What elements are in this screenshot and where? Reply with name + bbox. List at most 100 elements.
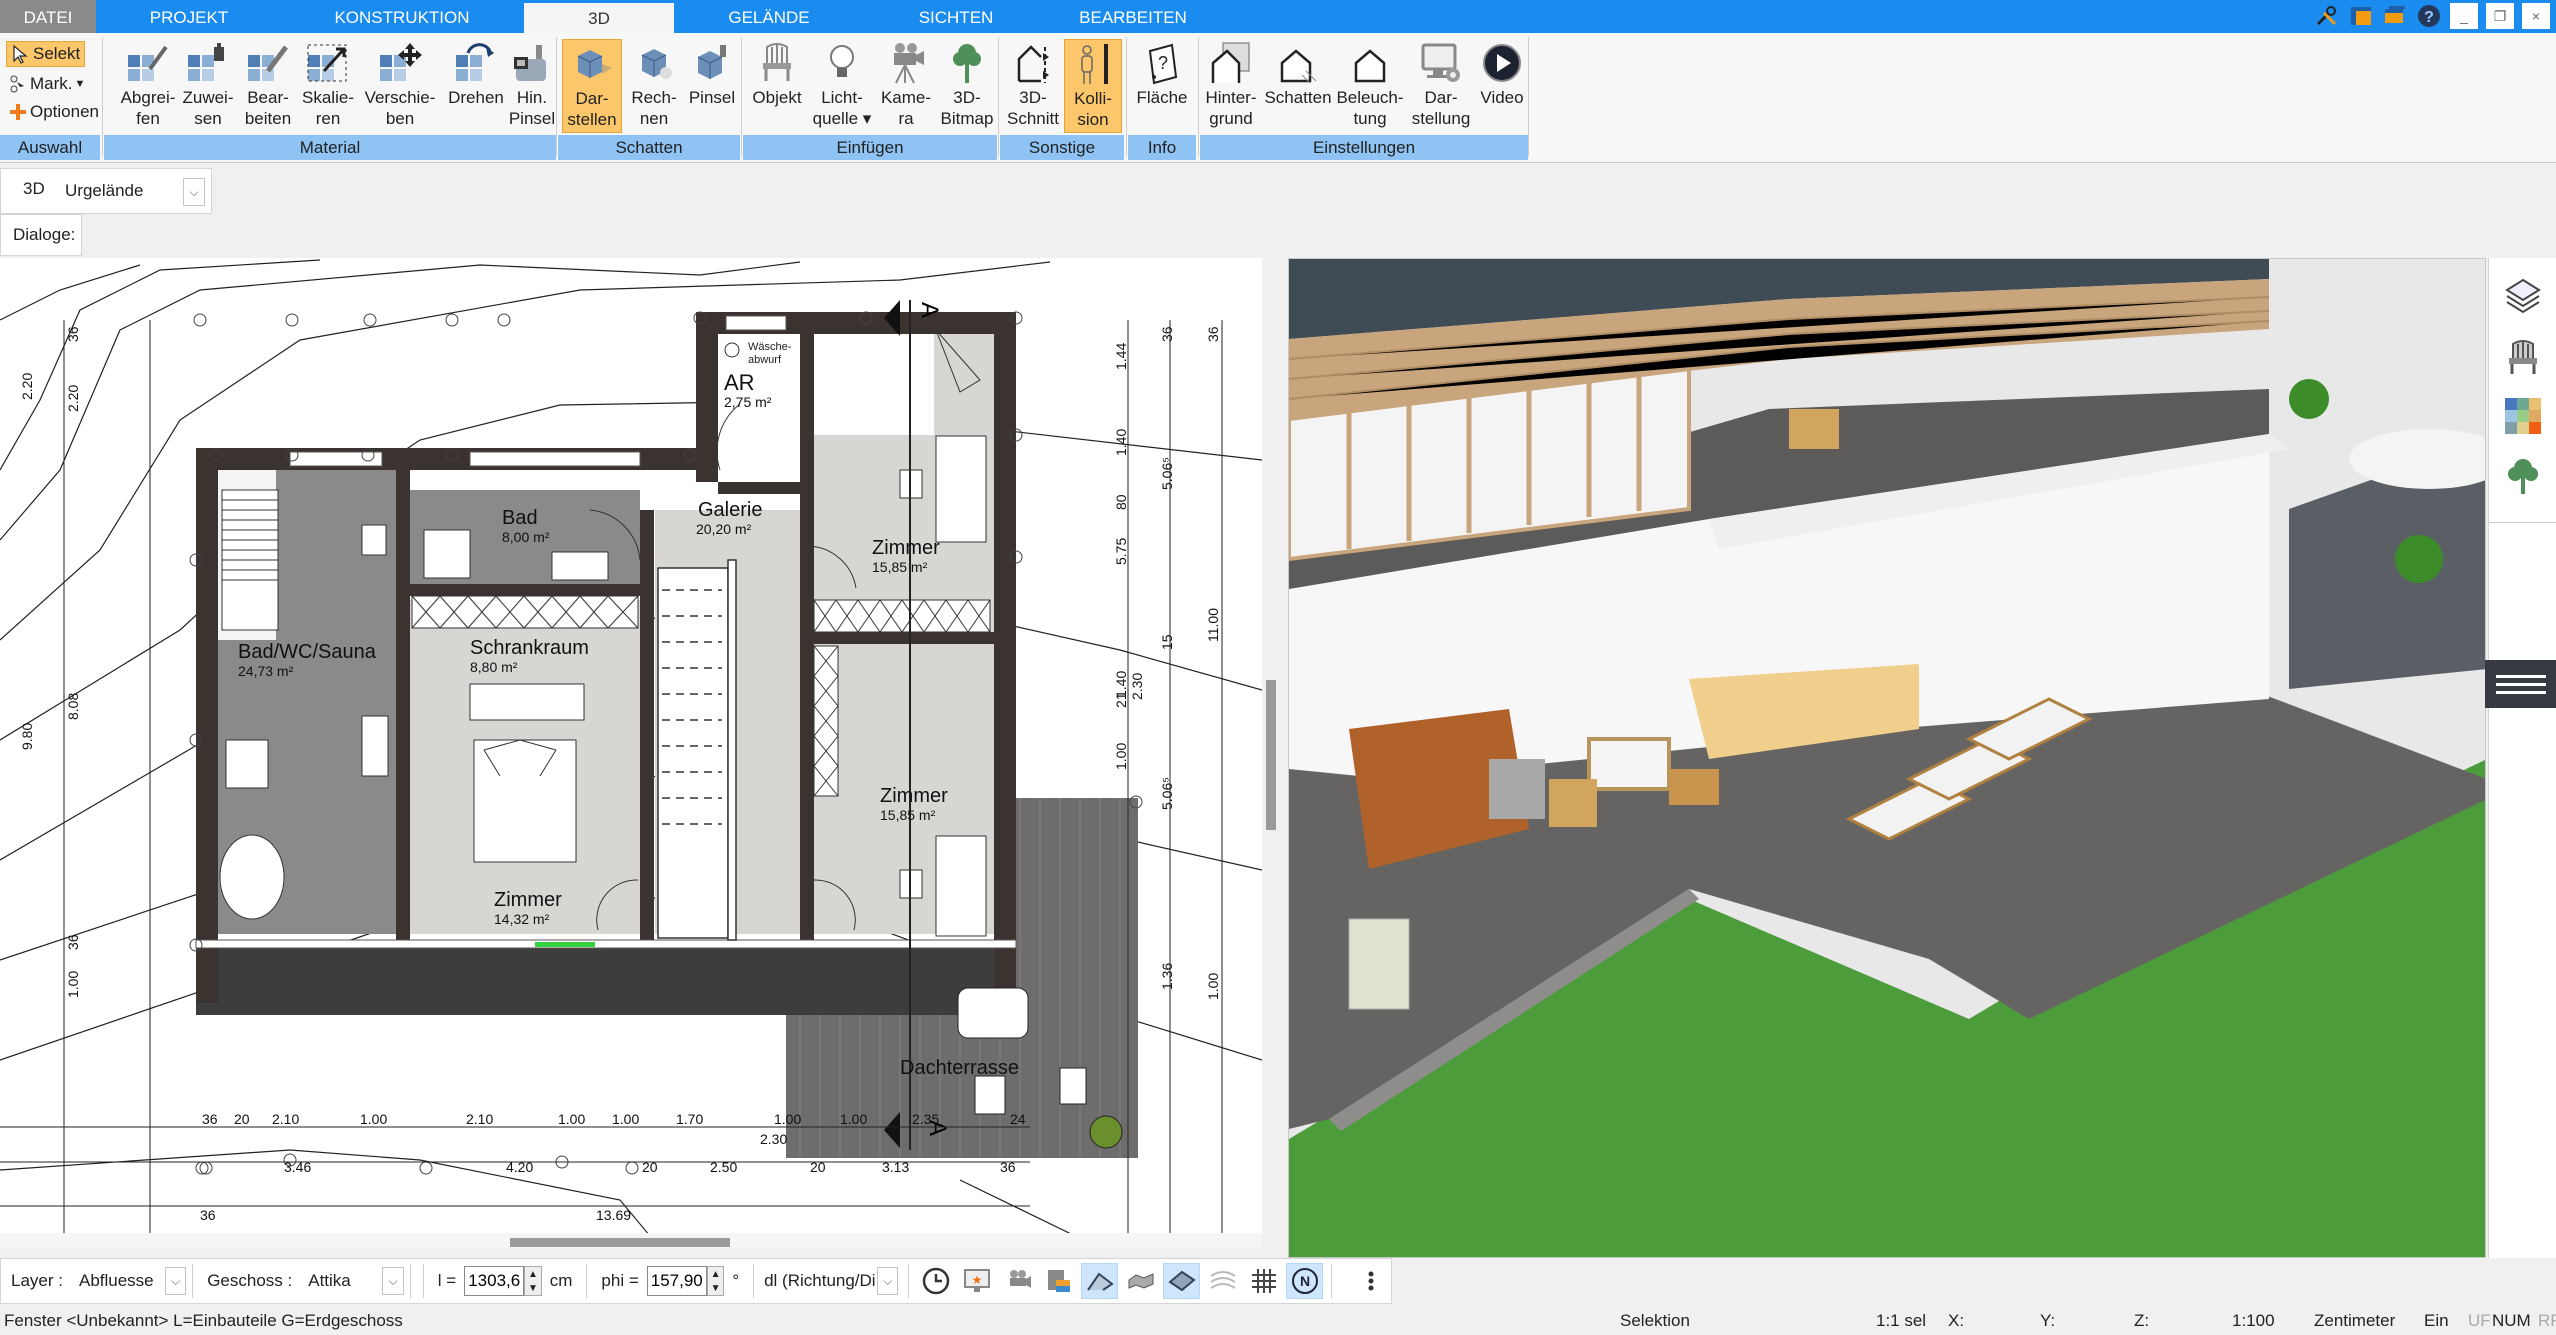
cube-brush-icon bbox=[697, 45, 726, 79]
tab-sichten[interactable]: SICHTEN bbox=[864, 0, 1048, 33]
dl-dropdown-button[interactable]: ⌵ bbox=[877, 1267, 899, 1295]
objekt-button[interactable]: Objekt bbox=[747, 39, 807, 133]
layer-select[interactable]: Abfluesse bbox=[71, 1271, 165, 1291]
3d-schnitt-button[interactable]: 3D- Schnitt bbox=[1004, 39, 1062, 133]
beleuchtung-button[interactable]: Beleuch-tung bbox=[1334, 39, 1406, 133]
room-area: 20,20 m² bbox=[696, 521, 752, 537]
tab-gelaende[interactable]: GELÄNDE bbox=[674, 0, 864, 33]
abgreifen-button[interactable]: Abgrei-fen bbox=[118, 39, 178, 133]
hintergrund-button[interactable]: Hinter-grund bbox=[1200, 39, 1262, 133]
floor-plane-icon[interactable] bbox=[1163, 1263, 1201, 1299]
label-line1: Video bbox=[1480, 88, 1524, 107]
dimension-label: 1.00 bbox=[774, 1111, 801, 1127]
flaeche-button[interactable]: ? Fläche bbox=[1132, 39, 1192, 133]
hin-pinsel-button[interactable]: Hin. Pinsel bbox=[508, 39, 556, 133]
dimension-label: 2.20 bbox=[19, 373, 35, 400]
step-down-icon[interactable]: ▼ bbox=[708, 1281, 724, 1295]
material-palette-icon[interactable] bbox=[2501, 394, 2545, 438]
more-options-icon[interactable] bbox=[1352, 1263, 1389, 1299]
plant-catalog-icon[interactable] bbox=[2501, 454, 2545, 498]
video-button[interactable]: Video bbox=[1476, 39, 1528, 133]
presentation-icon[interactable]: ★ bbox=[958, 1263, 995, 1299]
phi-input[interactable] bbox=[646, 1266, 707, 1296]
furniture-catalog-icon[interactable] bbox=[2501, 334, 2545, 378]
dl-mode-select[interactable]: dl (Richtung/Di bbox=[760, 1271, 877, 1291]
label-line1: Objekt bbox=[752, 88, 802, 107]
minimize-button[interactable]: _ bbox=[2450, 3, 2478, 29]
group-label-schatten: Schatten bbox=[558, 135, 740, 160]
room-name: Galerie bbox=[698, 499, 762, 521]
schatten-rechnen-button[interactable]: Rech-nen bbox=[626, 39, 682, 133]
room-name: AR bbox=[724, 370, 755, 395]
floor-plan-view[interactable]: A A Bad/WC/Sauna 24,73 m² Bad 8,00 m² Sc… bbox=[0, 258, 1262, 1248]
help-icon[interactable]: ? bbox=[2416, 3, 2442, 29]
layout-panel-icon[interactable] bbox=[2348, 3, 2374, 29]
hamburger-menu-button[interactable] bbox=[2485, 660, 2556, 708]
menu-line bbox=[2495, 690, 2546, 694]
close-button[interactable]: × bbox=[2522, 3, 2550, 29]
dimension-label: 1.00 bbox=[558, 1111, 585, 1127]
schatten-pinsel-button[interactable]: Pinsel bbox=[684, 39, 740, 133]
selected-window[interactable] bbox=[535, 942, 595, 947]
3d-bitmap-button[interactable]: 3D- Bitmap bbox=[937, 39, 997, 133]
bearbeiten-button[interactable]: Bear-beiten bbox=[240, 39, 296, 133]
dimension-label: 1.40 bbox=[1113, 429, 1129, 456]
lichtquelle-button[interactable]: Licht-quelle ▾ bbox=[809, 39, 875, 133]
geschoss-dropdown-button[interactable]: ⌵ bbox=[382, 1267, 404, 1295]
balcony-slab bbox=[196, 940, 1016, 1015]
tab-bearbeiten[interactable]: BEARBEITEN bbox=[1048, 0, 1218, 33]
tab-3d[interactable]: 3D bbox=[524, 0, 674, 33]
contour-lines-icon[interactable] bbox=[1204, 1263, 1241, 1299]
step-up-icon[interactable]: ▲ bbox=[708, 1267, 724, 1281]
label-line1: Hin. bbox=[516, 88, 548, 107]
tree-icon bbox=[953, 44, 981, 83]
tab-konstruktion[interactable]: KONSTRUKTION bbox=[282, 0, 522, 33]
mark-button[interactable]: Mark. ▼ bbox=[8, 71, 85, 97]
3d-view[interactable] bbox=[1288, 258, 2486, 1258]
drehen-button[interactable]: Drehen bbox=[444, 39, 508, 133]
tab-datei[interactable]: DATEI bbox=[0, 0, 96, 33]
dimension-label: 2.10 bbox=[466, 1111, 493, 1127]
tools-icon[interactable] bbox=[2314, 3, 2340, 29]
video-camera-icon[interactable] bbox=[999, 1263, 1036, 1299]
einst-schatten-button[interactable]: Schatten bbox=[1262, 39, 1334, 133]
kollision-button[interactable]: Kolli-sion bbox=[1064, 39, 1122, 133]
skalieren-button[interactable]: Skalie-ren bbox=[300, 39, 356, 133]
tab-projekt[interactable]: PROJEKT bbox=[96, 0, 282, 33]
label-line1: Rech- bbox=[631, 88, 677, 107]
length-stepper[interactable]: ▲ ▼ bbox=[524, 1266, 542, 1296]
floor-plan-canvas[interactable]: A A Bad/WC/Sauna 24,73 m² Bad 8,00 m² Sc… bbox=[0, 258, 1262, 1248]
zuweisen-button[interactable]: Zuwei-sen bbox=[180, 39, 236, 133]
darstellung-button[interactable]: Dar-stellung bbox=[1406, 39, 1476, 133]
clock-icon[interactable] bbox=[917, 1263, 954, 1299]
dimension-label: 1.44 bbox=[1113, 343, 1129, 370]
menu-line bbox=[2495, 674, 2546, 678]
material-layers-icon[interactable] bbox=[1040, 1263, 1077, 1299]
grid-icon[interactable] bbox=[1245, 1263, 1282, 1299]
window-arrange-icon[interactable] bbox=[2382, 3, 2408, 29]
terrain-select-value[interactable]: Urgelände bbox=[65, 181, 143, 201]
terrain-mesh-icon[interactable] bbox=[1122, 1263, 1159, 1299]
group-label-einfuegen: Einfügen bbox=[743, 135, 997, 160]
layer-dropdown-button[interactable]: ⌵ bbox=[164, 1267, 187, 1295]
geschoss-select[interactable]: Attika bbox=[300, 1271, 382, 1291]
terrain-dropdown-button[interactable]: ⌵ bbox=[183, 178, 205, 206]
step-down-icon[interactable]: ▼ bbox=[525, 1281, 541, 1295]
label-line2: Schnitt bbox=[1007, 109, 1059, 128]
length-input[interactable] bbox=[464, 1266, 525, 1296]
plan-horizontal-scroll-thumb[interactable] bbox=[510, 1238, 730, 1247]
verschieben-button[interactable]: Verschie-ben bbox=[358, 39, 442, 133]
label-line1: Dar- bbox=[1424, 88, 1458, 107]
schatten-darstellen-button[interactable]: Dar-stellen bbox=[562, 39, 622, 133]
plan-vertical-scroll-thumb[interactable] bbox=[1266, 680, 1276, 830]
selekt-button[interactable]: Selekt bbox=[6, 41, 86, 67]
north-arrow-icon[interactable]: N bbox=[1286, 1263, 1324, 1299]
phi-stepper[interactable]: ▲ ▼ bbox=[706, 1266, 725, 1296]
kamera-button[interactable]: Kame-ra bbox=[877, 39, 935, 133]
label-line2: stellung bbox=[1411, 109, 1471, 128]
roof-view-icon[interactable] bbox=[1081, 1263, 1119, 1299]
layers-icon[interactable] bbox=[2501, 274, 2545, 318]
optionen-button[interactable]: Optionen bbox=[8, 99, 99, 125]
step-up-icon[interactable]: ▲ bbox=[525, 1267, 541, 1281]
restore-button[interactable]: ❐ bbox=[2486, 3, 2514, 29]
